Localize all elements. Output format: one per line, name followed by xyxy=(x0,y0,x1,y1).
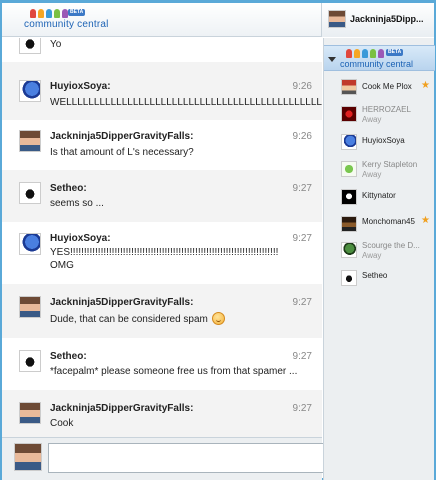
sonic-avatar[interactable] xyxy=(19,233,41,255)
user-name: Setheo xyxy=(362,271,388,280)
sonic-avatar[interactable] xyxy=(19,80,41,102)
chat-message: Jackninja5DipperGravityFalls: 9:27 Cook xyxy=(2,390,322,437)
message-text-line2: OMG xyxy=(50,260,74,271)
chat-header: BETA community central Jackninja5Dipp... xyxy=(2,3,434,37)
message-text: WELLLLLLLLLLLLLLLLLLLLLLLLLLLLLLLLLLLLLL… xyxy=(50,97,322,108)
message-timestamp: 9:26 xyxy=(292,131,312,142)
user-list-item[interactable]: Kerry Stapleton Away xyxy=(324,158,435,186)
message-text: Is that amount of L's necessary? xyxy=(50,147,194,158)
message-text: Dude, that can be considered spam xyxy=(50,314,208,325)
logo-text: community central xyxy=(24,19,109,30)
chat-message: HuyioxSoya: 9:26 WELLLLLLLLLLLLLLLLLLLLL… xyxy=(2,62,322,120)
user-status: Away xyxy=(362,115,382,124)
message-list[interactable]: Yo HuyioxSoya: 9:26 WELLLLLLLLLLLLLLLLLL… xyxy=(2,38,322,437)
message-timestamp: 9:27 xyxy=(292,351,312,362)
user-status: Away xyxy=(362,251,382,260)
chat-message: Jackninja5DipperGravityFalls: 9:27 Dude,… xyxy=(2,284,322,338)
chat-message: Setheo: 9:27 *facepalm* please someone f… xyxy=(2,338,322,390)
message-text-row: Dude, that can be considered spam xyxy=(50,312,322,325)
message-username[interactable]: Jackninja5DipperGravityFalls: xyxy=(50,403,193,414)
user-name: Cook Me Plox xyxy=(362,82,412,91)
message-text: *facepalm* please someone free us from t… xyxy=(50,366,298,377)
star-icon: ★ xyxy=(421,215,430,226)
message-username[interactable]: Jackninja5DipperGravityFalls: xyxy=(50,297,193,308)
current-user-menu[interactable]: Jackninja5Dipp... xyxy=(321,3,434,37)
setheo-avatar[interactable] xyxy=(19,350,41,372)
message-text: Yo xyxy=(50,39,62,50)
user-name: HERROZAEL xyxy=(362,105,411,114)
dipper-avatar[interactable] xyxy=(19,130,41,152)
sonic-avatar xyxy=(341,134,357,150)
message-text: seems so ... xyxy=(50,198,104,209)
herrozael-avatar xyxy=(341,106,357,122)
chat-message: Setheo: 9:27 seems so ... xyxy=(2,170,322,222)
chat-message: Yo xyxy=(2,38,322,62)
user-list-item[interactable]: Scourge the D... Away xyxy=(324,238,435,266)
chat-window: BETA community central Jackninja5Dipp...… xyxy=(0,0,436,480)
current-user-avatar xyxy=(328,10,346,28)
message-text: YES!!!!!!!!!!!!!!!!!!!!!!!!!!!!!!!!!!!!!… xyxy=(50,247,279,258)
message-timestamp: 9:27 xyxy=(292,233,312,244)
message-username[interactable]: Setheo: xyxy=(50,351,87,362)
message-username[interactable]: HuyioxSoya: xyxy=(50,233,111,244)
kerry-avatar xyxy=(341,161,357,177)
user-list-item[interactable]: Cook Me Plox ★ xyxy=(324,77,435,105)
user-list-item[interactable]: Kittynator xyxy=(324,186,435,214)
user-name: Scourge the D... xyxy=(362,241,420,250)
scourge-avatar xyxy=(341,242,357,258)
star-icon: ★ xyxy=(421,80,430,91)
collapse-triangle-icon[interactable] xyxy=(328,57,336,62)
message-username[interactable]: HuyioxSoya: xyxy=(50,81,111,92)
smiley-icon xyxy=(211,312,225,325)
user-name: Kerry Stapleton xyxy=(362,160,418,169)
user-list-item[interactable]: HERROZAEL Away xyxy=(324,104,435,132)
user-list-sidebar: BETA community central Cook Me Plox ★ HE… xyxy=(323,38,435,480)
community-central-logo[interactable]: BETA community central xyxy=(24,9,108,35)
message-timestamp: 9:27 xyxy=(292,297,312,308)
user-name: Kittynator xyxy=(362,191,396,200)
monch-avatar xyxy=(341,216,357,232)
message-timestamp: 9:27 xyxy=(292,403,312,414)
message-timestamp: 9:27 xyxy=(292,183,312,194)
chat-message: HuyioxSoya: 9:27 YES!!!!!!!!!!!!!!!!!!!!… xyxy=(2,222,322,284)
kitty-avatar xyxy=(341,189,357,205)
room-label: community central xyxy=(340,59,414,69)
message-input[interactable] xyxy=(48,443,324,473)
dipper-avatar[interactable] xyxy=(19,402,41,424)
room-beta-badge: BETA xyxy=(386,49,404,56)
message-timestamp: 9:26 xyxy=(292,81,312,92)
user-list-item[interactable]: HuyioxSoya xyxy=(324,131,435,159)
chat-message: Jackninja5DipperGravityFalls: 9:26 Is th… xyxy=(2,120,322,170)
setheo-avatar[interactable] xyxy=(19,182,41,204)
user-list-item[interactable]: Monchoman45 ★ xyxy=(324,213,435,241)
user-name: HuyioxSoya xyxy=(362,136,405,145)
message-text: Cook xyxy=(50,418,74,429)
user-list-item[interactable]: Setheo xyxy=(324,266,435,294)
beta-badge: BETA xyxy=(68,9,86,16)
user-name: Monchoman45 xyxy=(362,217,415,226)
room-header[interactable]: BETA community central xyxy=(324,45,435,71)
dipper-avatar[interactable] xyxy=(19,296,41,318)
user-status: Away xyxy=(362,170,382,179)
message-composer xyxy=(2,437,324,480)
message-username[interactable]: Jackninja5DipperGravityFalls: xyxy=(50,131,193,142)
setheo-avatar xyxy=(341,270,357,286)
current-user-name: Jackninja5Dipp... xyxy=(350,14,424,24)
cook-avatar xyxy=(341,79,357,95)
composer-user-avatar xyxy=(14,443,42,471)
setheo-avatar[interactable] xyxy=(19,38,41,54)
message-username[interactable]: Setheo: xyxy=(50,183,87,194)
